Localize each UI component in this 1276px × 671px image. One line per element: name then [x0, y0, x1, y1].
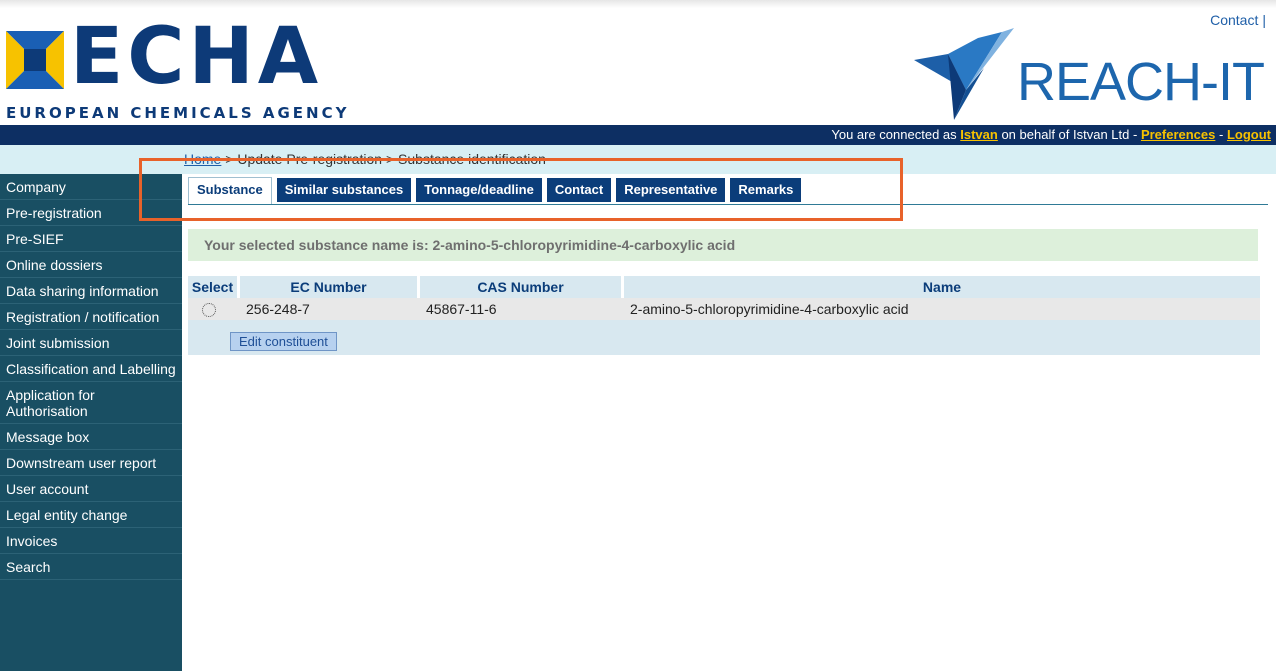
- echa-wordmark: ECHA: [70, 12, 323, 102]
- user-link[interactable]: Istvan: [960, 127, 998, 142]
- echa-star-icon: [6, 31, 64, 89]
- header-cas-number: CAS Number: [420, 276, 624, 298]
- user-status-bar: You are connected as Istvan on behalf of…: [0, 125, 1276, 145]
- echa-logo[interactable]: ECHA EUROPEAN CHEMICALS AGENCY: [6, 18, 386, 126]
- edit-constituent-button[interactable]: Edit constituent: [230, 332, 337, 351]
- breadcrumb-item-current: Substance identification: [398, 151, 546, 167]
- sidebar-item-registration[interactable]: Registration / notification: [0, 304, 182, 330]
- sidebar-item-invoices[interactable]: Invoices: [0, 528, 182, 554]
- header-select: Select: [188, 276, 240, 298]
- tab-substance[interactable]: Substance: [188, 177, 272, 204]
- tab-similar-substances[interactable]: Similar substances: [276, 178, 412, 202]
- selected-substance-notice: Your selected substance name is: 2-amino…: [188, 229, 1258, 261]
- sidebar-item-user-account[interactable]: User account: [0, 476, 182, 502]
- echa-subtitle: EUROPEAN CHEMICALS AGENCY: [6, 104, 350, 122]
- tab-remarks[interactable]: Remarks: [730, 178, 802, 202]
- sidebar-item-data-sharing[interactable]: Data sharing information: [0, 278, 182, 304]
- substance-table-panel: Select EC Number CAS Number Name 256-248…: [188, 276, 1260, 355]
- tab-contact[interactable]: Contact: [546, 178, 612, 202]
- sidebar-item-pre-sief[interactable]: Pre-SIEF: [0, 226, 182, 252]
- breadcrumb-separator: >: [382, 151, 399, 167]
- breadcrumb-item-update: Update Pre-registration: [237, 151, 383, 167]
- header-name: Name: [624, 276, 1260, 298]
- sidebar-item-authorisation[interactable]: Application for Authorisation: [0, 382, 182, 424]
- sidebar: Company Pre-registration Pre-SIEF Online…: [0, 174, 182, 671]
- sidebar-item-legal-entity-change[interactable]: Legal entity change: [0, 502, 182, 528]
- reach-it-logo: REACH-IT: [914, 28, 1274, 128]
- tab-representative[interactable]: Representative: [616, 178, 726, 202]
- sidebar-item-online-dossiers[interactable]: Online dossiers: [0, 252, 182, 278]
- user-status-dash: -: [1215, 127, 1227, 142]
- sidebar-item-message-box[interactable]: Message box: [0, 424, 182, 450]
- select-radio[interactable]: [202, 303, 216, 318]
- breadcrumb-separator: >: [221, 151, 238, 167]
- breadcrumb-home-link[interactable]: Home: [184, 151, 221, 167]
- sidebar-item-company[interactable]: Company: [0, 174, 182, 200]
- user-status-prefix: You are connected as: [831, 127, 961, 142]
- tab-underline: [188, 204, 1268, 205]
- sidebar-item-pre-registration[interactable]: Pre-registration: [0, 200, 182, 226]
- header: Contact ECHA EUROPEAN CHEMICALS AGENCY R…: [0, 8, 1276, 125]
- logout-link[interactable]: Logout: [1227, 127, 1271, 142]
- sidebar-item-search[interactable]: Search: [0, 554, 182, 580]
- contact-link[interactable]: Contact: [1210, 12, 1266, 28]
- reach-checkmark-icon: [914, 28, 1014, 120]
- substance-table: Select EC Number CAS Number Name 256-248…: [188, 276, 1260, 320]
- breadcrumb: Home > Update Pre-registration > Substan…: [184, 151, 546, 167]
- cas-number-cell: 45867-11-6: [420, 298, 624, 320]
- reach-it-wordmark: REACH-IT: [1017, 52, 1265, 112]
- table-header-row: Select EC Number CAS Number Name: [188, 276, 1260, 298]
- sidebar-item-joint-submission[interactable]: Joint submission: [0, 330, 182, 356]
- table-row: 256-248-7 45867-11-6 2-amino-5-chloropyr…: [188, 298, 1260, 320]
- top-shade: [0, 0, 1276, 8]
- tab-bar: Substance Similar substances Tonnage/dea…: [188, 177, 802, 204]
- preferences-link[interactable]: Preferences: [1141, 127, 1215, 142]
- header-ec-number: EC Number: [240, 276, 420, 298]
- user-status-middle: on behalf of Istvan Ltd -: [997, 127, 1141, 142]
- select-cell: [188, 298, 240, 320]
- sidebar-item-classification[interactable]: Classification and Labelling: [0, 356, 182, 382]
- sidebar-item-downstream-report[interactable]: Downstream user report: [0, 450, 182, 476]
- ec-number-cell: 256-248-7: [240, 298, 420, 320]
- tab-tonnage-deadline[interactable]: Tonnage/deadline: [416, 178, 542, 202]
- substance-name-cell: 2-amino-5-chloropyrimidine-4-carboxylic …: [624, 298, 1260, 320]
